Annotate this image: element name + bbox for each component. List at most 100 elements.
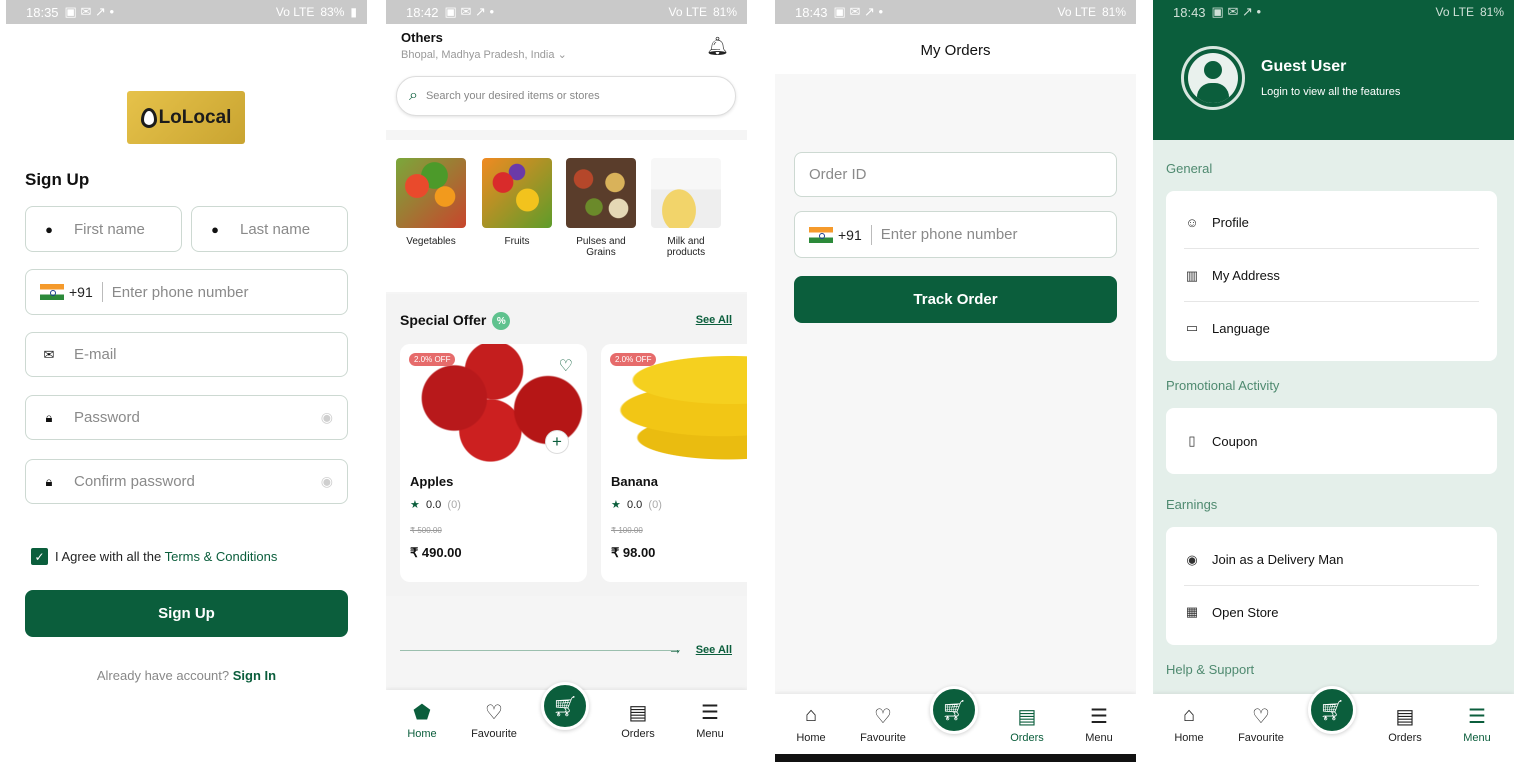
cart-icon: 🛒︎ [941,699,967,722]
menu-icon: ☰ [701,702,719,724]
menu-item-language[interactable]: ▭ Language [1184,302,1479,354]
product-card-apples[interactable]: 2.0% OFF ♡ + Apples ★ 0.0 (0) ₹ 500.00 ₹… [400,344,587,582]
menu-item-address[interactable]: ▥ My Address [1184,250,1479,302]
discount-badge: 2.0% OFF [610,353,657,366]
category-pulses[interactable]: Pulses and Grains [565,158,637,258]
menu-item-label: Language [1212,320,1270,336]
language-icon: ▭ [1185,320,1199,335]
cart-icon: 🛒︎ [1319,699,1345,722]
status-time: 18:43 [795,4,828,20]
nav-orders[interactable]: ▤ Orders [1369,704,1441,744]
nav-menu[interactable]: ☰ Menu [1063,704,1135,744]
cart-button[interactable]: 🛒︎ [1308,686,1356,734]
nav-menu[interactable]: ☰ Menu [674,700,746,740]
guest-name: Guest User [1261,58,1347,75]
nav-label: Orders [1010,732,1044,744]
order-id-field[interactable]: Order ID [794,152,1117,197]
country-code-selector[interactable]: +91 [838,227,862,243]
delivery-man-icon: ◉ [1186,551,1198,567]
nav-label: Home [407,728,437,740]
milk-image [651,158,721,228]
nav-orders[interactable]: ▤ Orders [602,700,674,740]
location-subtitle[interactable]: Bhopal, Madhya Pradesh, India ⌄ [401,48,567,61]
confirm-password-placeholder: Confirm password [74,473,195,490]
nav-favourite[interactable]: ♡ Favourite [458,700,530,740]
guest-subtitle[interactable]: Login to view all the features [1261,86,1400,98]
orders-icon: ▤ [1395,706,1415,728]
page-title: My Orders [775,24,1136,74]
category-list: Vegetables Fruits Pulses and Grains Milk… [386,140,747,292]
status-bar: 18:43 ▣ ✉ ↗ • Vo LTE 81% [775,0,1136,24]
first-name-field[interactable]: ● First name [25,206,182,252]
eye-off-icon[interactable]: ◉ [321,409,333,426]
nav-label: Orders [1388,732,1422,744]
menu-icon: ☰ [1090,706,1108,728]
see-all-link[interactable]: See All [696,314,732,326]
page-title: Sign Up [25,170,90,189]
track-order-button[interactable]: Track Order [794,276,1117,323]
category-label: Fruits [504,236,530,247]
email-field[interactable]: ✉ E-mail [25,332,348,377]
nav-home[interactable]: ⌂ Home [1153,704,1225,744]
category-label: Vegetables [406,236,456,247]
order-id-placeholder: Order ID [809,166,867,183]
agree-checkbox[interactable]: ✓ [31,548,48,565]
phone-field[interactable]: +91 Enter phone number [25,269,348,315]
menu-item-delivery[interactable]: ◉ Join as a Delivery Man [1184,534,1479,586]
bell-icon[interactable]: 🔔︎ [706,36,729,57]
category-milk[interactable]: Milk and products [650,158,722,258]
menu-item-label: Open Store [1212,604,1279,620]
nav-favourite[interactable]: ♡ Favourite [847,704,919,744]
product-name: Banana [611,474,658,489]
promo-card: ▯ Coupon [1166,408,1497,474]
person-icon: ☺ [1185,215,1199,230]
search-input[interactable]: ⌕ Search your desired items or stores [396,76,736,116]
coupon-icon: ▯ [1188,433,1196,448]
product-price: ₹ 490.00 [410,545,462,560]
terms-link[interactable]: Terms & Conditions [165,549,278,564]
battery-level: 81% [1101,5,1126,19]
eye-off-icon[interactable]: ◉ [321,473,333,490]
signin-link[interactable]: Sign In [233,668,276,683]
menu-item-profile[interactable]: ☺ Profile [1184,197,1479,249]
home-icon: ⬟ [413,702,431,724]
status-time: 18:43 [1173,4,1206,20]
lock-icon: 🔒︎ [45,409,53,425]
signup-button[interactable]: Sign Up [25,590,348,637]
network-icon: Vo LTE [668,5,707,19]
nav-home[interactable]: ⬟ Home [386,700,458,740]
india-flag-icon [809,226,833,243]
logo-text: LoLocal [158,106,232,128]
nav-label: Menu [1463,732,1491,744]
category-fruits[interactable]: Fruits [481,158,553,247]
product-card-banana[interactable]: 2.0% OFF Banana ★ 0.0 (0) ₹ 100.00 ₹ 98.… [601,344,747,582]
heart-icon[interactable]: ♡ [559,356,573,376]
cart-button[interactable]: 🛒︎ [930,686,978,734]
nav-favourite[interactable]: ♡ Favourite [1225,704,1297,744]
agree-text: I Agree with all the Terms & Conditions [55,549,277,564]
confirm-password-field[interactable]: 🔒︎ Confirm password ◉ [25,459,348,504]
notification-icons: ▣ ✉ ↗ • [833,4,884,19]
password-field[interactable]: 🔒︎ Password ◉ [25,395,348,440]
avatar[interactable] [1181,46,1245,110]
menu-item-store[interactable]: ▦ Open Store [1184,586,1479,638]
menu-item-coupon[interactable]: ▯ Coupon [1184,415,1479,467]
nav-orders[interactable]: ▤ Orders [991,704,1063,744]
star-icon: ★ [410,499,420,511]
cart-button[interactable]: 🛒︎ [541,682,589,730]
vegetables-image [396,158,466,228]
location-title[interactable]: Others [401,30,443,45]
map-icon: ▥ [1185,267,1199,283]
country-code-selector[interactable]: +91 [69,284,93,300]
nav-menu[interactable]: ☰ Menu [1441,704,1513,744]
phone-field[interactable]: +91 Enter phone number [794,211,1117,258]
add-to-cart-button[interactable]: + [545,430,569,454]
last-name-field[interactable]: ● Last name [191,206,348,252]
rating-count: (0) [648,499,662,511]
category-vegetables[interactable]: Vegetables [395,158,467,247]
nav-home[interactable]: ⌂ Home [775,704,847,744]
old-price: ₹ 500.00 [410,526,442,535]
location-pin-icon [140,107,157,128]
orders-screen: 18:43 ▣ ✉ ↗ • Vo LTE 81% My Orders Order I… [775,0,1136,762]
see-all-link-2[interactable]: See All [696,644,732,656]
